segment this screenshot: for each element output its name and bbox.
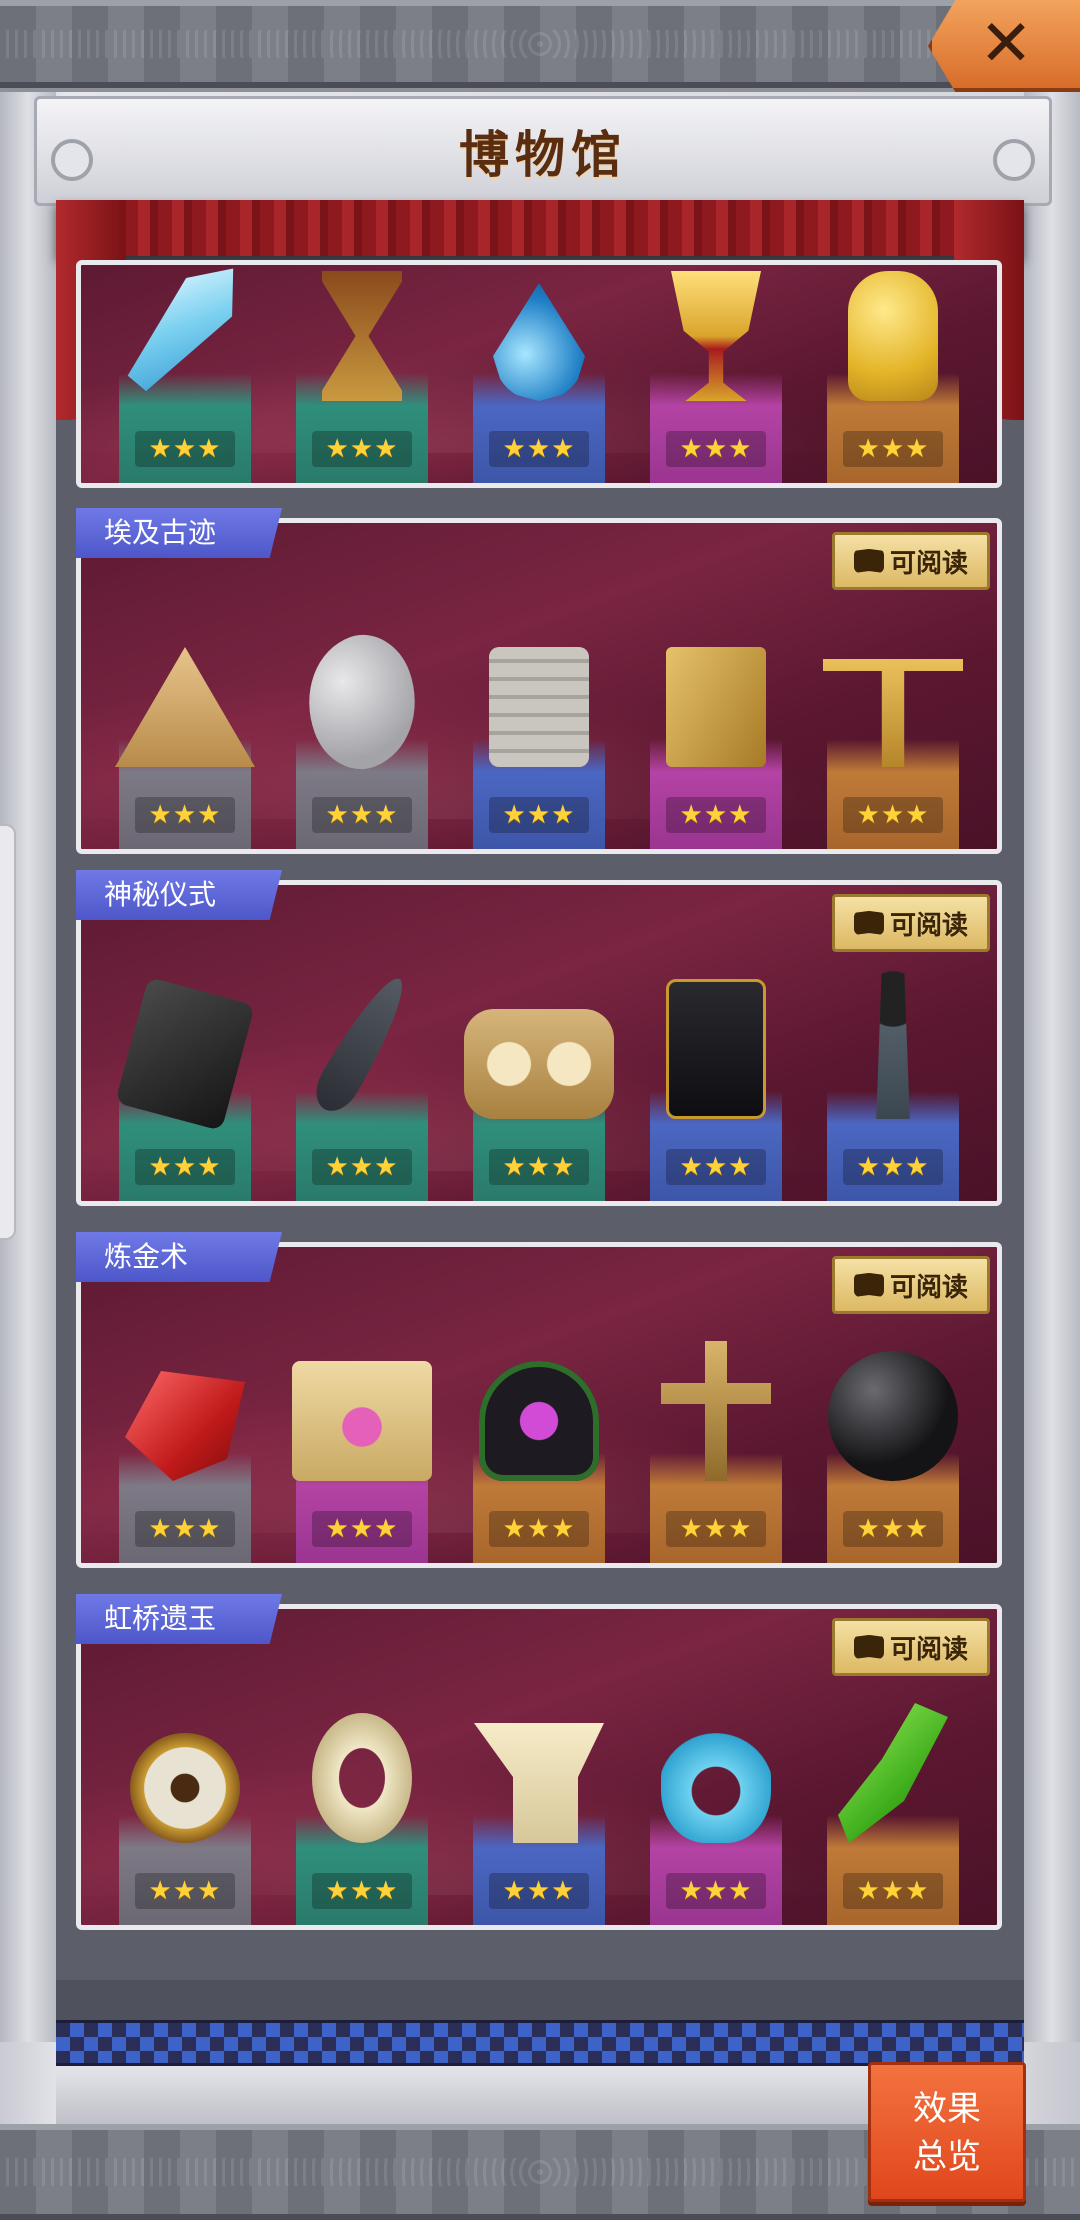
artifact-slot[interactable]: ★★★ [296, 1609, 428, 1925]
open-book-icon [853, 1273, 884, 1297]
golden-book-icon [666, 647, 766, 767]
star-rating: ★★★ [489, 797, 589, 833]
star-rating: ★★★ [312, 431, 412, 467]
star-rating: ★★★ [312, 1511, 412, 1547]
artifact-slot[interactable]: ★★★ [650, 529, 782, 849]
star-rating: ★★★ [135, 797, 235, 833]
artifact-slot[interactable]: ★★★ [473, 1247, 605, 1563]
overview-label-line2: 总览 [913, 2137, 981, 2177]
artifact-slot[interactable]: ★★★ [119, 260, 251, 483]
star-rating: ★★★ [489, 1511, 589, 1547]
star-rating: ★★★ [843, 797, 943, 833]
star-rating: ★★★ [489, 1149, 589, 1185]
scroll-ornament-icon [993, 139, 1035, 181]
hourglass-icon [322, 271, 402, 401]
cauldron-icon [479, 1361, 599, 1481]
readable-button[interactable]: 可阅读 [832, 1256, 990, 1314]
artifact-slot[interactable]: ★★★ [650, 1247, 782, 1563]
star-rating: ★★★ [312, 1149, 412, 1185]
artifact-slot[interactable]: ★★★ [473, 265, 605, 483]
readable-label: 可阅读 [889, 548, 968, 579]
collection-title-ribbon: 神秘仪式 [76, 870, 282, 920]
jade-dragon-icon [661, 1713, 771, 1843]
artifact-row: ★★★ ★★★ ★★★ ★★★ ★★★ [119, 260, 959, 483]
star-rating: ★★★ [666, 1511, 766, 1547]
golden-cobra-icon [848, 271, 938, 401]
star-rating: ★★★ [135, 431, 235, 467]
top-ornament-band [0, 0, 1080, 88]
artifact-slot[interactable]: ★★★ [650, 265, 782, 483]
close-icon: ✕ [979, 7, 1033, 81]
water-drop-icon [493, 283, 585, 401]
artifact-slot[interactable]: ★★★ [115, 529, 255, 849]
title-bar: 博物馆 [34, 96, 1052, 206]
close-button[interactable]: ✕ [928, 0, 1080, 92]
side-handle[interactable] [0, 824, 16, 1240]
artifact-slot[interactable]: ★★★ [296, 265, 428, 483]
dark-orb-icon [828, 1351, 958, 1481]
star-rating: ★★★ [666, 1873, 766, 1909]
curtain-valance [56, 200, 1024, 256]
artifact-slot[interactable]: ★★★ [115, 885, 255, 1201]
star-rating: ★★★ [666, 797, 766, 833]
readable-label: 可阅读 [889, 1634, 968, 1665]
jade-coin-icon [130, 1733, 240, 1843]
scroll-ornament-icon [51, 139, 93, 181]
artifact-slot[interactable]: ★★★ [650, 885, 782, 1201]
artifact-slot[interactable]: ★★★ [296, 885, 428, 1201]
page-title: 博物馆 [459, 125, 627, 184]
diamond-trim [56, 2020, 1024, 2066]
collection-panel-top: ★★★ ★★★ ★★★ ★★★ ★★★ [76, 260, 1002, 488]
owl-mask-icon [464, 1009, 614, 1119]
star-rating: ★★★ [843, 1873, 943, 1909]
artifact-slot[interactable]: ★★★ [464, 885, 614, 1201]
open-book-icon [853, 549, 884, 573]
artifact-slot[interactable]: ★★★ [119, 1247, 251, 1563]
pentagram-book-icon [666, 979, 766, 1119]
effect-overview-button[interactable]: 效果 总览 [868, 2062, 1026, 2202]
magic-scroll-icon [292, 1361, 432, 1481]
readable-button[interactable]: 可阅读 [832, 894, 990, 952]
collection-title-ribbon: 炼金术 [76, 1232, 282, 1282]
readable-button[interactable]: 可阅读 [832, 532, 990, 590]
star-rating: ★★★ [843, 1149, 943, 1185]
star-rating: ★★★ [135, 1873, 235, 1909]
star-rating: ★★★ [666, 431, 766, 467]
star-rating: ★★★ [843, 431, 943, 467]
artifact-slot[interactable]: ★★★ [473, 529, 605, 849]
star-rating: ★★★ [312, 797, 412, 833]
eye-pyramid-icon [115, 647, 255, 767]
readable-label: 可阅读 [889, 1272, 968, 1303]
artifact-slot[interactable]: ★★★ [827, 265, 959, 483]
star-rating: ★★★ [489, 1873, 589, 1909]
open-book-icon [853, 911, 884, 935]
open-book-icon [853, 1635, 884, 1659]
artifact-slot[interactable]: ★★★ [473, 1609, 605, 1925]
collection-title-ribbon: 埃及古迹 [76, 508, 282, 558]
artifact-slot[interactable]: ★★★ [292, 1247, 432, 1563]
artifact-slot[interactable]: ★★★ [288, 529, 436, 849]
pedestal-teal: ★★★ [296, 1091, 428, 1201]
star-rating: ★★★ [666, 1149, 766, 1185]
star-rating: ★★★ [489, 431, 589, 467]
star-rating: ★★★ [135, 1149, 235, 1185]
readable-label: 可阅读 [889, 910, 968, 941]
readable-button[interactable]: 可阅读 [832, 1618, 990, 1676]
artifact-slot[interactable]: ★★★ [650, 1609, 782, 1925]
jade-ring-icon [312, 1713, 412, 1843]
collection-title-ribbon: 虹桥遗玉 [76, 1594, 282, 1644]
artifact-slot[interactable]: ★★★ [119, 1609, 251, 1925]
pedestal-teal: ★★★ [119, 373, 251, 483]
right-pillar [1024, 92, 1080, 2042]
glyph-tablet-icon [489, 647, 589, 767]
overview-label-line1: 效果 [913, 2089, 981, 2129]
star-rating: ★★★ [843, 1511, 943, 1547]
star-rating: ★★★ [135, 1511, 235, 1547]
star-rating: ★★★ [312, 1873, 412, 1909]
